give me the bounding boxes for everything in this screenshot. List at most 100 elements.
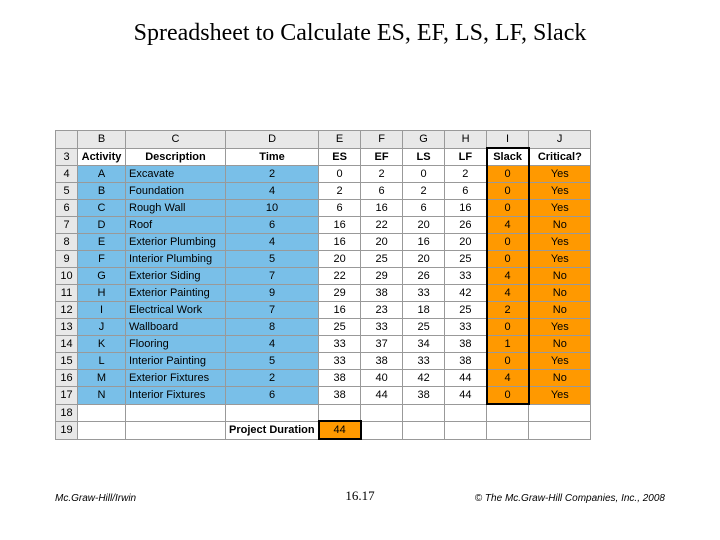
cell-ls: 20 [403, 251, 445, 268]
empty-row-18: 18 [56, 404, 591, 421]
cell-ls: 18 [403, 302, 445, 319]
cell-activity: B [78, 183, 126, 200]
cell-description: Excavate [126, 166, 226, 183]
row-num: 17 [56, 387, 78, 405]
cell-lf: 16 [445, 200, 487, 217]
cell-ef: 40 [361, 370, 403, 387]
spreadsheet-table: B C D E F G H I J 3 Activity Description… [55, 130, 591, 440]
field-header-row: 3 Activity Description Time ES EF LS LF … [56, 148, 591, 166]
cell-time: 5 [226, 353, 319, 370]
cell-ls: 0 [403, 166, 445, 183]
cell-slack: 0 [487, 200, 529, 217]
cell-critical: No [529, 285, 591, 302]
cell-activity: L [78, 353, 126, 370]
cell-critical: No [529, 217, 591, 234]
row-num: 8 [56, 234, 78, 251]
cell-ef: 2 [361, 166, 403, 183]
cell-activity: F [78, 251, 126, 268]
hdr-description: Description [126, 148, 226, 166]
cell-ls: 16 [403, 234, 445, 251]
cell-description: Interior Fixtures [126, 387, 226, 405]
cell-slack: 4 [487, 268, 529, 285]
cell-time: 6 [226, 387, 319, 405]
cell-description: Exterior Painting [126, 285, 226, 302]
row-num: 5 [56, 183, 78, 200]
table-row: 7DRoof6162220264No [56, 217, 591, 234]
row-num: 13 [56, 319, 78, 336]
row-num: 10 [56, 268, 78, 285]
row-num: 11 [56, 285, 78, 302]
cell-lf: 33 [445, 268, 487, 285]
cell-activity: E [78, 234, 126, 251]
table-row: 9FInterior Plumbing5202520250Yes [56, 251, 591, 268]
cell-es: 29 [319, 285, 361, 302]
project-duration-value: 44 [319, 421, 361, 439]
table-row: 6CRough Wall106166160Yes [56, 200, 591, 217]
cell-activity: H [78, 285, 126, 302]
table-row: 12IElectrical Work7162318252No [56, 302, 591, 319]
cell-critical: Yes [529, 387, 591, 405]
hdr-time: Time [226, 148, 319, 166]
cell-slack: 4 [487, 217, 529, 234]
cell-ef: 16 [361, 200, 403, 217]
cell-activity: A [78, 166, 126, 183]
cell-slack: 0 [487, 387, 529, 405]
cell-critical: No [529, 370, 591, 387]
cell-time: 8 [226, 319, 319, 336]
cell-es: 33 [319, 353, 361, 370]
cell-es: 38 [319, 387, 361, 405]
col-header-E: E [319, 131, 361, 149]
cell-activity: G [78, 268, 126, 285]
hdr-ef: EF [361, 148, 403, 166]
cell-time: 6 [226, 217, 319, 234]
cell-slack: 2 [487, 302, 529, 319]
cell-es: 6 [319, 200, 361, 217]
cell-ls: 33 [403, 285, 445, 302]
cell-slack: 0 [487, 166, 529, 183]
hdr-ls: LS [403, 148, 445, 166]
cell-lf: 25 [445, 251, 487, 268]
row-num-18: 18 [56, 404, 78, 421]
cell-time: 2 [226, 370, 319, 387]
cell-ef: 29 [361, 268, 403, 285]
cell-activity: M [78, 370, 126, 387]
cell-time: 9 [226, 285, 319, 302]
cell-time: 2 [226, 166, 319, 183]
row-num-3: 3 [56, 148, 78, 166]
cell-es: 16 [319, 217, 361, 234]
cell-description: Electrical Work [126, 302, 226, 319]
cell-critical: Yes [529, 183, 591, 200]
cell-lf: 26 [445, 217, 487, 234]
cell-critical: Yes [529, 353, 591, 370]
row-num: 16 [56, 370, 78, 387]
cell-lf: 42 [445, 285, 487, 302]
table-row: 11HExterior Painting9293833424No [56, 285, 591, 302]
hdr-critical: Critical? [529, 148, 591, 166]
cell-lf: 33 [445, 319, 487, 336]
cell-es: 0 [319, 166, 361, 183]
hdr-activity: Activity [78, 148, 126, 166]
cell-ef: 38 [361, 353, 403, 370]
cell-ef: 6 [361, 183, 403, 200]
row-num-19: 19 [56, 421, 78, 439]
row-num: 15 [56, 353, 78, 370]
cell-critical: Yes [529, 251, 591, 268]
cell-time: 10 [226, 200, 319, 217]
cell-ef: 44 [361, 387, 403, 405]
cell-critical: No [529, 336, 591, 353]
cell-lf: 44 [445, 387, 487, 405]
cell-time: 5 [226, 251, 319, 268]
cell-time: 7 [226, 268, 319, 285]
table-row: 10GExterior Siding7222926334No [56, 268, 591, 285]
table-row: 13JWallboard8253325330Yes [56, 319, 591, 336]
cell-es: 20 [319, 251, 361, 268]
cell-time: 4 [226, 336, 319, 353]
cell-critical: Yes [529, 166, 591, 183]
cell-activity: I [78, 302, 126, 319]
col-header-G: G [403, 131, 445, 149]
cell-slack: 0 [487, 319, 529, 336]
cell-es: 33 [319, 336, 361, 353]
row-num: 4 [56, 166, 78, 183]
col-header-J: J [529, 131, 591, 149]
cell-lf: 38 [445, 353, 487, 370]
